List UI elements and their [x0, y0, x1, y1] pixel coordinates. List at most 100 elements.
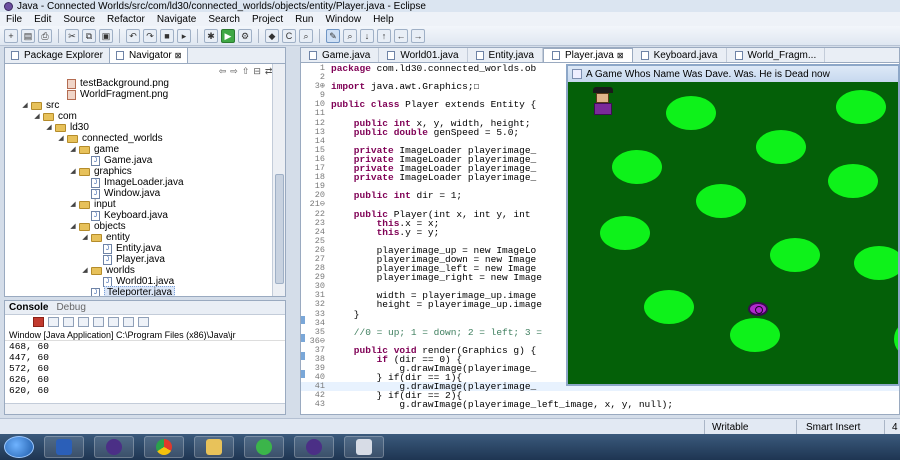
tab-console[interactable]: Console — [9, 302, 48, 313]
navigator-scrollbar[interactable] — [272, 64, 285, 296]
tab-navigator[interactable]: Navigator ⊠ — [108, 47, 189, 63]
tree-item[interactable]: testBackground.png — [5, 78, 271, 89]
tab-package-explorer[interactable]: Package Explorer — [5, 48, 109, 63]
menu-item-run[interactable]: Run — [289, 14, 319, 25]
code-text: g.drawImage(playerimage_left_image, x, y… — [331, 399, 674, 411]
expand-icon[interactable]: ◢ — [69, 166, 77, 177]
tree-item[interactable]: J Game.java — [5, 155, 271, 166]
start-button[interactable] — [4, 436, 34, 458]
expand-icon[interactable]: ◢ — [45, 122, 53, 133]
tree-item[interactable]: ◢ com — [5, 111, 271, 122]
tab-debug[interactable]: Debug — [56, 302, 85, 313]
editor-tab[interactable]: Entity.java — [468, 48, 543, 62]
editor-tab[interactable]: Keyboard.java — [633, 48, 727, 62]
open-console-icon[interactable] — [138, 317, 149, 327]
back-icon[interactable]: ← — [394, 28, 408, 43]
run-icon[interactable]: ▶ — [221, 28, 235, 43]
tree-item[interactable]: J Player.java — [5, 254, 271, 265]
copy-icon[interactable]: ⧉ — [82, 28, 96, 43]
search-icon[interactable]: ⌕ — [343, 28, 357, 43]
taskbar-eclipse-2[interactable] — [294, 436, 334, 458]
menu-item-file[interactable]: File — [0, 14, 28, 25]
menu-item-navigate[interactable]: Navigate — [151, 14, 202, 25]
expand-icon[interactable]: ◢ — [57, 133, 65, 144]
redo-icon[interactable]: ↷ — [143, 28, 157, 43]
collapse-all-icon[interactable]: ⊟ — [253, 66, 261, 77]
tree-item[interactable]: ◢ ld30 — [5, 122, 271, 133]
editor-tab[interactable]: World01.java — [379, 48, 468, 62]
menu-item-help[interactable]: Help — [367, 14, 400, 25]
scrollbar-thumb[interactable] — [275, 174, 284, 284]
tree-item[interactable]: J Window.java — [5, 188, 271, 199]
expand-icon[interactable]: ◢ — [33, 111, 41, 122]
taskbar-explorer[interactable] — [194, 436, 234, 458]
expand-icon[interactable]: ◢ — [69, 221, 77, 232]
step-icon[interactable]: ▸ — [177, 28, 191, 43]
new-class-icon[interactable]: C — [282, 28, 296, 43]
menu-item-refactor[interactable]: Refactor — [101, 14, 151, 25]
taskbar-word[interactable] — [44, 436, 84, 458]
menu-item-project[interactable]: Project — [246, 14, 289, 25]
prev-annotation-icon[interactable]: ↑ — [377, 28, 391, 43]
taskbar-chrome[interactable] — [144, 436, 184, 458]
java-file-icon — [734, 50, 743, 60]
close-icon[interactable]: ⊠ — [617, 51, 624, 60]
cut-icon[interactable]: ✂ — [65, 28, 79, 43]
console-scrollbar[interactable] — [5, 403, 285, 414]
forward-icon[interactable]: ⇨ — [230, 66, 238, 77]
menu-item-source[interactable]: Source — [57, 14, 101, 25]
toggle-mark-icon[interactable]: ✎ — [326, 28, 340, 43]
tree-item[interactable]: ◢ input — [5, 199, 271, 210]
clear-console-icon[interactable] — [93, 317, 104, 327]
tree-item[interactable]: ◢ worlds — [5, 265, 271, 276]
terminate-icon[interactable]: ■ — [160, 28, 174, 43]
taskbar-spotify[interactable] — [244, 436, 284, 458]
debug-icon[interactable]: ✱ — [204, 28, 218, 43]
tree-item[interactable]: J Teleporter.java — [5, 286, 271, 296]
expand-icon[interactable]: ◢ — [69, 144, 77, 155]
console-line: 468, 60 — [9, 341, 49, 352]
menu-item-window[interactable]: Window — [319, 14, 367, 25]
print-icon[interactable]: ⎙ — [38, 28, 52, 43]
back-icon[interactable]: ⇦ — [219, 66, 227, 77]
tab-label: Navigator — [128, 50, 172, 61]
editor-tab[interactable]: World_Fragm... — [727, 48, 826, 62]
tree-item[interactable]: ◢ objects — [5, 221, 271, 232]
scroll-lock-icon[interactable] — [78, 317, 89, 327]
new-package-icon[interactable]: ◆ — [265, 28, 279, 43]
tree-item[interactable]: J ImageLoader.java — [5, 177, 271, 188]
menu-item-search[interactable]: Search — [202, 14, 246, 25]
tree-item[interactable]: WorldFragment.png — [5, 89, 271, 100]
expand-icon[interactable]: ◢ — [21, 100, 29, 111]
tree-item[interactable]: J Keyboard.java — [5, 210, 271, 221]
tree-item[interactable]: J Entity.java — [5, 243, 271, 254]
tree-item[interactable]: ◢ entity — [5, 232, 271, 243]
open-type-icon[interactable]: ⌕ — [299, 28, 313, 43]
save-icon[interactable]: ▤ — [21, 28, 35, 43]
tree-item[interactable]: ◢ src — [5, 100, 271, 111]
undo-icon[interactable]: ↶ — [126, 28, 140, 43]
up-icon[interactable]: ⇧ — [242, 66, 250, 77]
tree-item[interactable]: ◢ graphics — [5, 166, 271, 177]
forward-icon[interactable]: → — [411, 28, 425, 43]
paste-icon[interactable]: ▣ — [99, 28, 113, 43]
editor-tab[interactable]: Game.java — [301, 48, 380, 62]
external-tools-icon[interactable]: ⚙ — [238, 28, 252, 43]
editor-tab[interactable]: Player.java ⊠ — [542, 48, 633, 62]
display-console-icon[interactable] — [123, 317, 134, 327]
remove-launch-icon[interactable] — [48, 317, 59, 327]
menu-item-edit[interactable]: Edit — [28, 14, 57, 25]
tree-item[interactable]: ◢ game — [5, 144, 271, 155]
taskbar-eclipse[interactable] — [94, 436, 134, 458]
terminate-icon[interactable] — [33, 317, 44, 327]
tree-item[interactable]: ◢ connected_worlds — [5, 133, 271, 144]
expand-icon[interactable]: ◢ — [81, 232, 89, 243]
expand-icon[interactable]: ◢ — [81, 265, 89, 276]
close-icon[interactable]: ⊠ — [175, 51, 182, 60]
remove-all-icon[interactable] — [63, 317, 74, 327]
new-icon[interactable]: + — [4, 28, 18, 43]
next-annotation-icon[interactable]: ↓ — [360, 28, 374, 43]
pin-console-icon[interactable] — [108, 317, 119, 327]
expand-icon[interactable]: ◢ — [69, 199, 77, 210]
taskbar-java[interactable] — [344, 436, 384, 458]
